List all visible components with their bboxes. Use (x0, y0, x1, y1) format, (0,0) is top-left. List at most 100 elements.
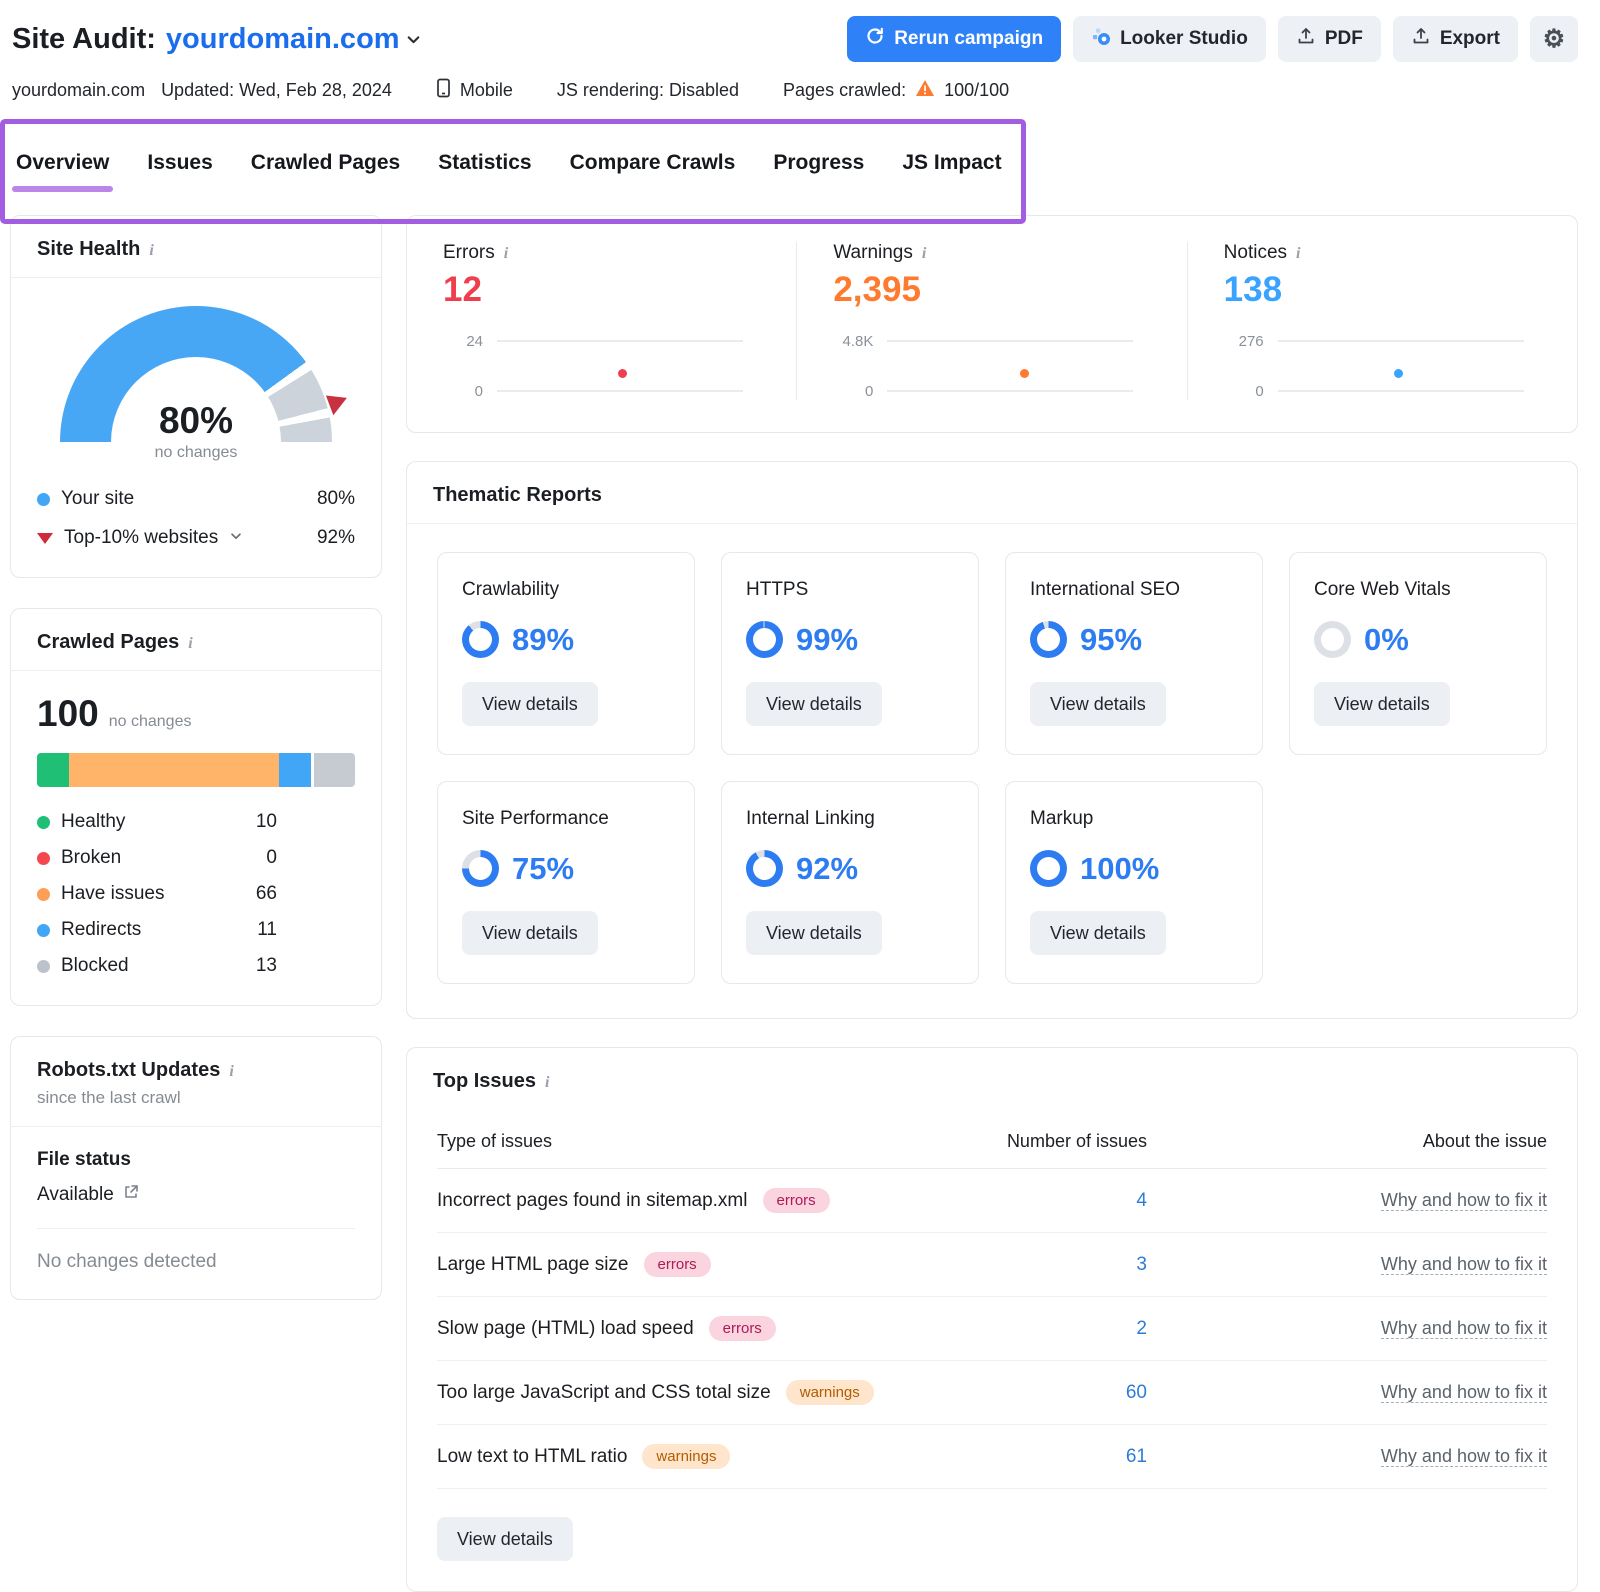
why-how-to-fix-link[interactable]: Why and how to fix it (1381, 1318, 1547, 1339)
issue-count-link[interactable]: 3 (997, 1254, 1147, 1276)
thematic-card-international-seo: International SEO 95% View details (1005, 552, 1263, 755)
triangle-down-icon (37, 533, 53, 544)
view-details-button[interactable]: View details (462, 682, 598, 726)
progress-ring-icon (1314, 621, 1351, 658)
crawled-pages-note: no changes (109, 713, 192, 731)
notices-sparkline: 276 0 (1224, 332, 1524, 400)
thematic-card-markup: Markup 100% View details (1005, 781, 1263, 984)
export-button[interactable]: Export (1393, 16, 1518, 62)
robots-txt-card: Robots.txt Updates since the last crawl … (10, 1036, 382, 1300)
chevron-down-icon (229, 527, 243, 549)
progress-ring-icon (462, 621, 499, 658)
crawled-pages-total: 100 (37, 693, 99, 735)
info-icon[interactable] (149, 238, 153, 261)
meta-pages-crawled: Pages crawled: 100/100 (783, 79, 1009, 102)
looker-studio-button[interactable]: Looker Studio (1073, 16, 1266, 62)
site-audit-page: { "colors": { "accent": "#2e81f7", "scor… (0, 0, 1600, 1532)
site-health-gauge: 80% no changes (60, 306, 332, 458)
gridline (497, 340, 743, 342)
progress-ring-icon (746, 850, 783, 887)
tab-crawled-pages[interactable]: Crawled Pages (251, 151, 400, 175)
chevron-down-icon (405, 23, 422, 56)
severity-badge: errors (763, 1188, 830, 1213)
why-how-to-fix-link[interactable]: Why and how to fix it (1381, 1382, 1547, 1403)
upload-icon (1411, 26, 1431, 52)
settings-button[interactable] (1530, 16, 1578, 62)
issues-table-header: Type of issues Number of issues About th… (437, 1109, 1547, 1169)
tab-js-impact[interactable]: JS Impact (902, 151, 1001, 175)
metric-warnings: Warnings 2,395 4.8K 0 (796, 242, 1186, 400)
info-icon[interactable] (504, 242, 508, 264)
warnings-count[interactable]: 2,395 (833, 270, 1150, 310)
info-icon[interactable] (188, 631, 192, 654)
severity-badge: warnings (786, 1380, 874, 1405)
crawled-pages-title: Crawled Pages (37, 631, 179, 654)
why-how-to-fix-link[interactable]: Why and how to fix it (1381, 1254, 1547, 1275)
domain-selector[interactable]: yourdomain.com (166, 23, 422, 56)
tab-issues[interactable]: Issues (147, 151, 212, 175)
gear-icon (1543, 24, 1565, 54)
info-icon[interactable] (1296, 242, 1300, 264)
bar-segment-healthy[interactable] (37, 753, 69, 787)
info-icon[interactable] (922, 242, 926, 264)
thematic-card-https: HTTPS 99% View details (721, 552, 979, 755)
tab-statistics[interactable]: Statistics (438, 151, 531, 175)
legend-top10-websites[interactable]: Top-10% websites 92% (37, 527, 355, 549)
site-health-score-note: no changes (60, 444, 332, 462)
gridline (1278, 340, 1524, 342)
why-how-to-fix-link[interactable]: Why and how to fix it (1381, 1446, 1547, 1467)
gridline (887, 390, 1133, 392)
bar-segment-blocked[interactable] (314, 753, 355, 787)
meta-device: Mobile (436, 78, 513, 103)
info-icon[interactable] (545, 1070, 549, 1093)
issue-count-link[interactable]: 2 (997, 1318, 1147, 1340)
external-link-icon (123, 1184, 139, 1206)
tab-compare-crawls[interactable]: Compare Crawls (570, 151, 736, 175)
progress-ring-icon (746, 621, 783, 658)
green-dot-icon (37, 816, 50, 829)
view-details-button[interactable]: View details (1314, 682, 1450, 726)
notices-count[interactable]: 138 (1224, 270, 1541, 310)
gridline (497, 390, 743, 392)
bar-segment-have-issues[interactable] (69, 753, 279, 787)
meta-js-rendering: JS rendering: Disabled (557, 80, 739, 101)
legend-have-issues: Have issues 66 (37, 883, 277, 905)
errors-count[interactable]: 12 (443, 270, 760, 310)
main-column: Errors 12 24 0 Warnings 2,395 4.8K (406, 215, 1578, 1592)
tab-progress[interactable]: Progress (773, 151, 864, 175)
file-status-link[interactable]: Available (37, 1184, 355, 1229)
page-title: Site Audit: yourdomain.com (12, 23, 422, 56)
issue-row: Low text to HTML ratio warnings 61 Why a… (437, 1425, 1547, 1489)
view-details-button[interactable]: View details (746, 911, 882, 955)
pdf-button[interactable]: PDF (1278, 16, 1381, 62)
legend-your-site: Your site 80% (37, 488, 355, 510)
meta-updated: Updated: Wed, Feb 28, 2024 (161, 80, 392, 101)
info-icon[interactable] (229, 1059, 233, 1082)
robots-note: No changes detected (37, 1229, 355, 1299)
issue-count-link[interactable]: 60 (997, 1382, 1147, 1404)
view-details-button[interactable]: View details (746, 682, 882, 726)
issue-count-link[interactable]: 4 (997, 1190, 1147, 1212)
thematic-reports-title: Thematic Reports (433, 484, 602, 507)
view-details-button[interactable]: View details (1030, 911, 1166, 955)
gridline (887, 340, 1133, 342)
issue-metrics-card: Errors 12 24 0 Warnings 2,395 4.8K (406, 215, 1578, 433)
header-actions: Rerun campaign Looker Studio PDF Export (847, 16, 1578, 62)
top-issues-title: Top Issues (433, 1070, 536, 1093)
view-details-button[interactable]: View details (437, 1517, 573, 1561)
progress-ring-icon (462, 850, 499, 887)
view-details-button[interactable]: View details (462, 911, 598, 955)
bar-segment-redirects[interactable] (279, 753, 314, 787)
thematic-reports-card: Thematic Reports Crawlability 89% View d… (406, 461, 1578, 1019)
why-how-to-fix-link[interactable]: Why and how to fix it (1381, 1190, 1547, 1211)
upload-icon (1296, 26, 1316, 52)
issue-row: Large HTML page size errors 3 Why and ho… (437, 1233, 1547, 1297)
issue-count-link[interactable]: 61 (997, 1446, 1147, 1468)
rerun-campaign-button[interactable]: Rerun campaign (847, 16, 1061, 62)
tab-overview[interactable]: Overview (16, 151, 109, 175)
view-details-button[interactable]: View details (1030, 682, 1166, 726)
site-health-title: Site Health (37, 238, 140, 261)
warning-triangle-icon (915, 79, 935, 102)
severity-badge: errors (644, 1252, 711, 1277)
gray-dot-icon (37, 960, 50, 973)
